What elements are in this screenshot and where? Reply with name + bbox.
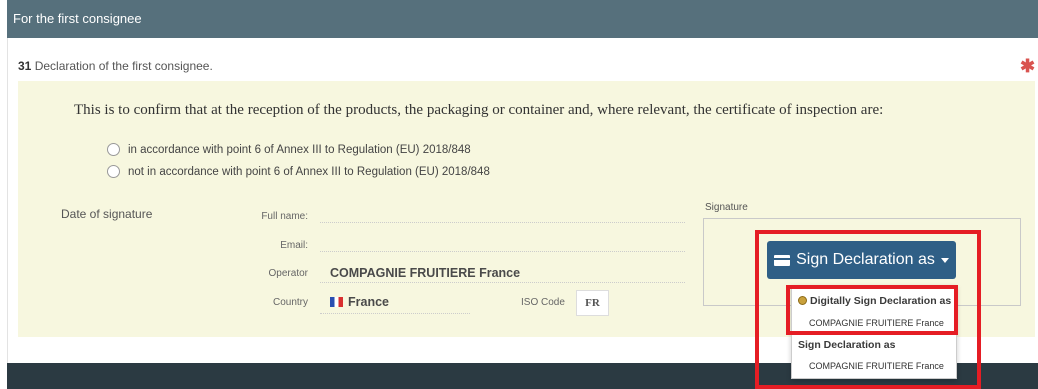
box-number: 31 — [18, 59, 32, 73]
highlight-box-inner — [786, 285, 958, 335]
radio-label: not in accordance with point 6 of Annex … — [128, 165, 490, 178]
box-title: 31 Declaration of the first consignee. — [18, 59, 213, 73]
date-of-signature-label: Date of signature — [61, 207, 153, 221]
radio-option-accordance[interactable]: in accordance with point 6 of Annex III … — [107, 143, 471, 156]
country-underline — [320, 293, 470, 314]
panel-title: For the first consignee — [13, 11, 142, 26]
confirm-text: This is to confirm that at the reception… — [74, 102, 884, 118]
radio-button[interactable] — [107, 165, 120, 178]
panel-header: For the first consignee — [7, 0, 1038, 38]
country-label: Country — [272, 297, 308, 308]
email-field[interactable] — [320, 234, 685, 252]
iso-code-label: ISO Code — [521, 297, 565, 308]
email-label: Email: — [280, 240, 308, 251]
operator-label: Operator — [268, 268, 308, 279]
radio-option-not-accordance[interactable]: not in accordance with point 6 of Annex … — [107, 165, 490, 178]
radio-button[interactable] — [107, 143, 120, 156]
required-asterisk-icon: ✱ — [1020, 56, 1036, 76]
signature-label: Signature — [705, 202, 748, 213]
full-name-field[interactable] — [320, 205, 685, 223]
full-name-label: Full name: — [261, 211, 308, 222]
iso-code-field: FR — [576, 290, 609, 316]
radio-label: in accordance with point 6 of Annex III … — [128, 143, 471, 156]
box-title-text: Declaration of the first consignee. — [34, 59, 213, 73]
operator-underline — [320, 262, 685, 283]
